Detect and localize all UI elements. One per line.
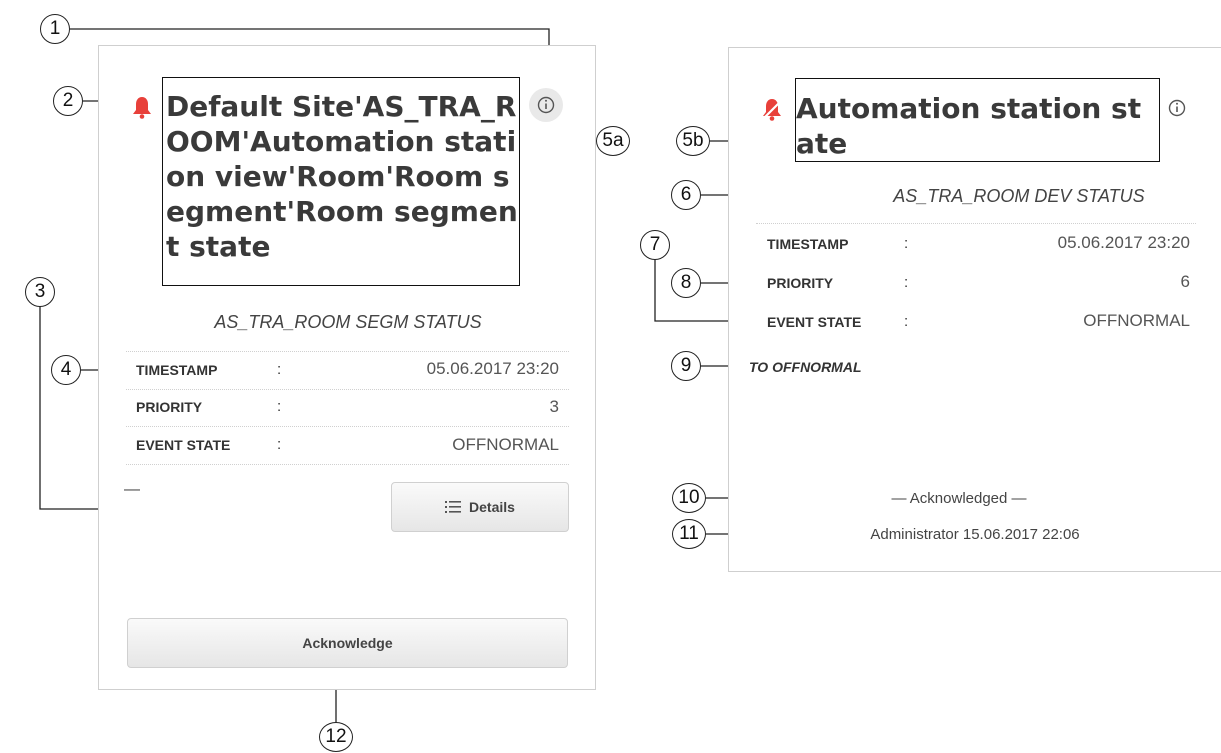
transition-text: TO OFFNORMAL [749,359,862,375]
acknowledged-status-text: — Acknowledged — [891,490,1027,507]
transition-placeholder: — [124,481,140,498]
timestamp-label: TIMESTAMP [767,236,849,252]
separator: : [277,398,282,415]
alarm-bell-icon [133,97,151,119]
callout-4: 4 [51,355,81,385]
callout-2: 2 [53,86,83,116]
timestamp-value: 05.06.2017 23:20 [426,359,559,378]
event-state-label: EVENT STATE [136,437,231,453]
info-button[interactable] [529,88,563,122]
callout-6: 6 [671,180,701,210]
callout-1: 1 [40,14,70,44]
acknowledged-status: — Acknowledged — [729,490,1221,507]
callout-5a: 5a [596,126,630,156]
details-button-label: Details [469,499,515,515]
callout-9: 9 [671,351,701,381]
callout-12: 12 [319,722,353,752]
priority-label: PRIORITY [767,275,834,291]
separator: : [904,313,909,330]
separator: : [277,361,282,378]
priority-label: PRIORITY [136,399,203,415]
priority-value: 6 [1180,272,1190,291]
timestamp-value: 05.06.2017 23:20 [1057,233,1190,252]
callout-11: 11 [672,519,706,549]
event-state-value: OFFNORMAL [452,435,559,454]
object-description: AS_TRA_ROOM DEV STATUS [893,186,1145,206]
row-divider [756,223,1196,224]
object-description: AS_TRA_ROOM SEGM STATUS [214,312,482,332]
info-button[interactable] [1161,92,1193,124]
acknowledged-alarm-bell-icon [762,99,783,121]
callout-3: 3 [25,277,55,307]
callout-5b: 5b [676,126,710,156]
timestamp-label: TIMESTAMP [136,362,218,378]
row-divider [126,464,569,465]
separator: : [904,274,909,291]
info-icon [1168,99,1186,117]
row-divider [126,426,569,427]
callout-8: 8 [671,268,701,298]
acknowledge-button[interactable]: Acknowledge [127,618,568,668]
event-state-label: EVENT STATE [767,314,862,330]
acknowledged-by-text: Administrator 15.06.2017 22:06 [870,526,1080,543]
row-divider [126,351,569,352]
callout-10: 10 [672,483,706,513]
event-state-value: OFFNORMAL [1083,311,1190,330]
acknowledged-by: Administrator 15.06.2017 22:06 [729,526,1221,543]
callout-7: 7 [640,230,670,260]
info-icon [537,96,555,114]
title-highlight-frame-5b [795,78,1160,162]
details-button[interactable]: Details [391,482,569,532]
row-divider [126,389,569,390]
list-icon [445,501,462,513]
acknowledge-button-label: Acknowledge [302,635,393,651]
title-highlight-frame-5a [162,77,520,286]
separator: : [904,235,909,252]
separator: : [277,436,282,453]
priority-value: 3 [549,397,559,416]
